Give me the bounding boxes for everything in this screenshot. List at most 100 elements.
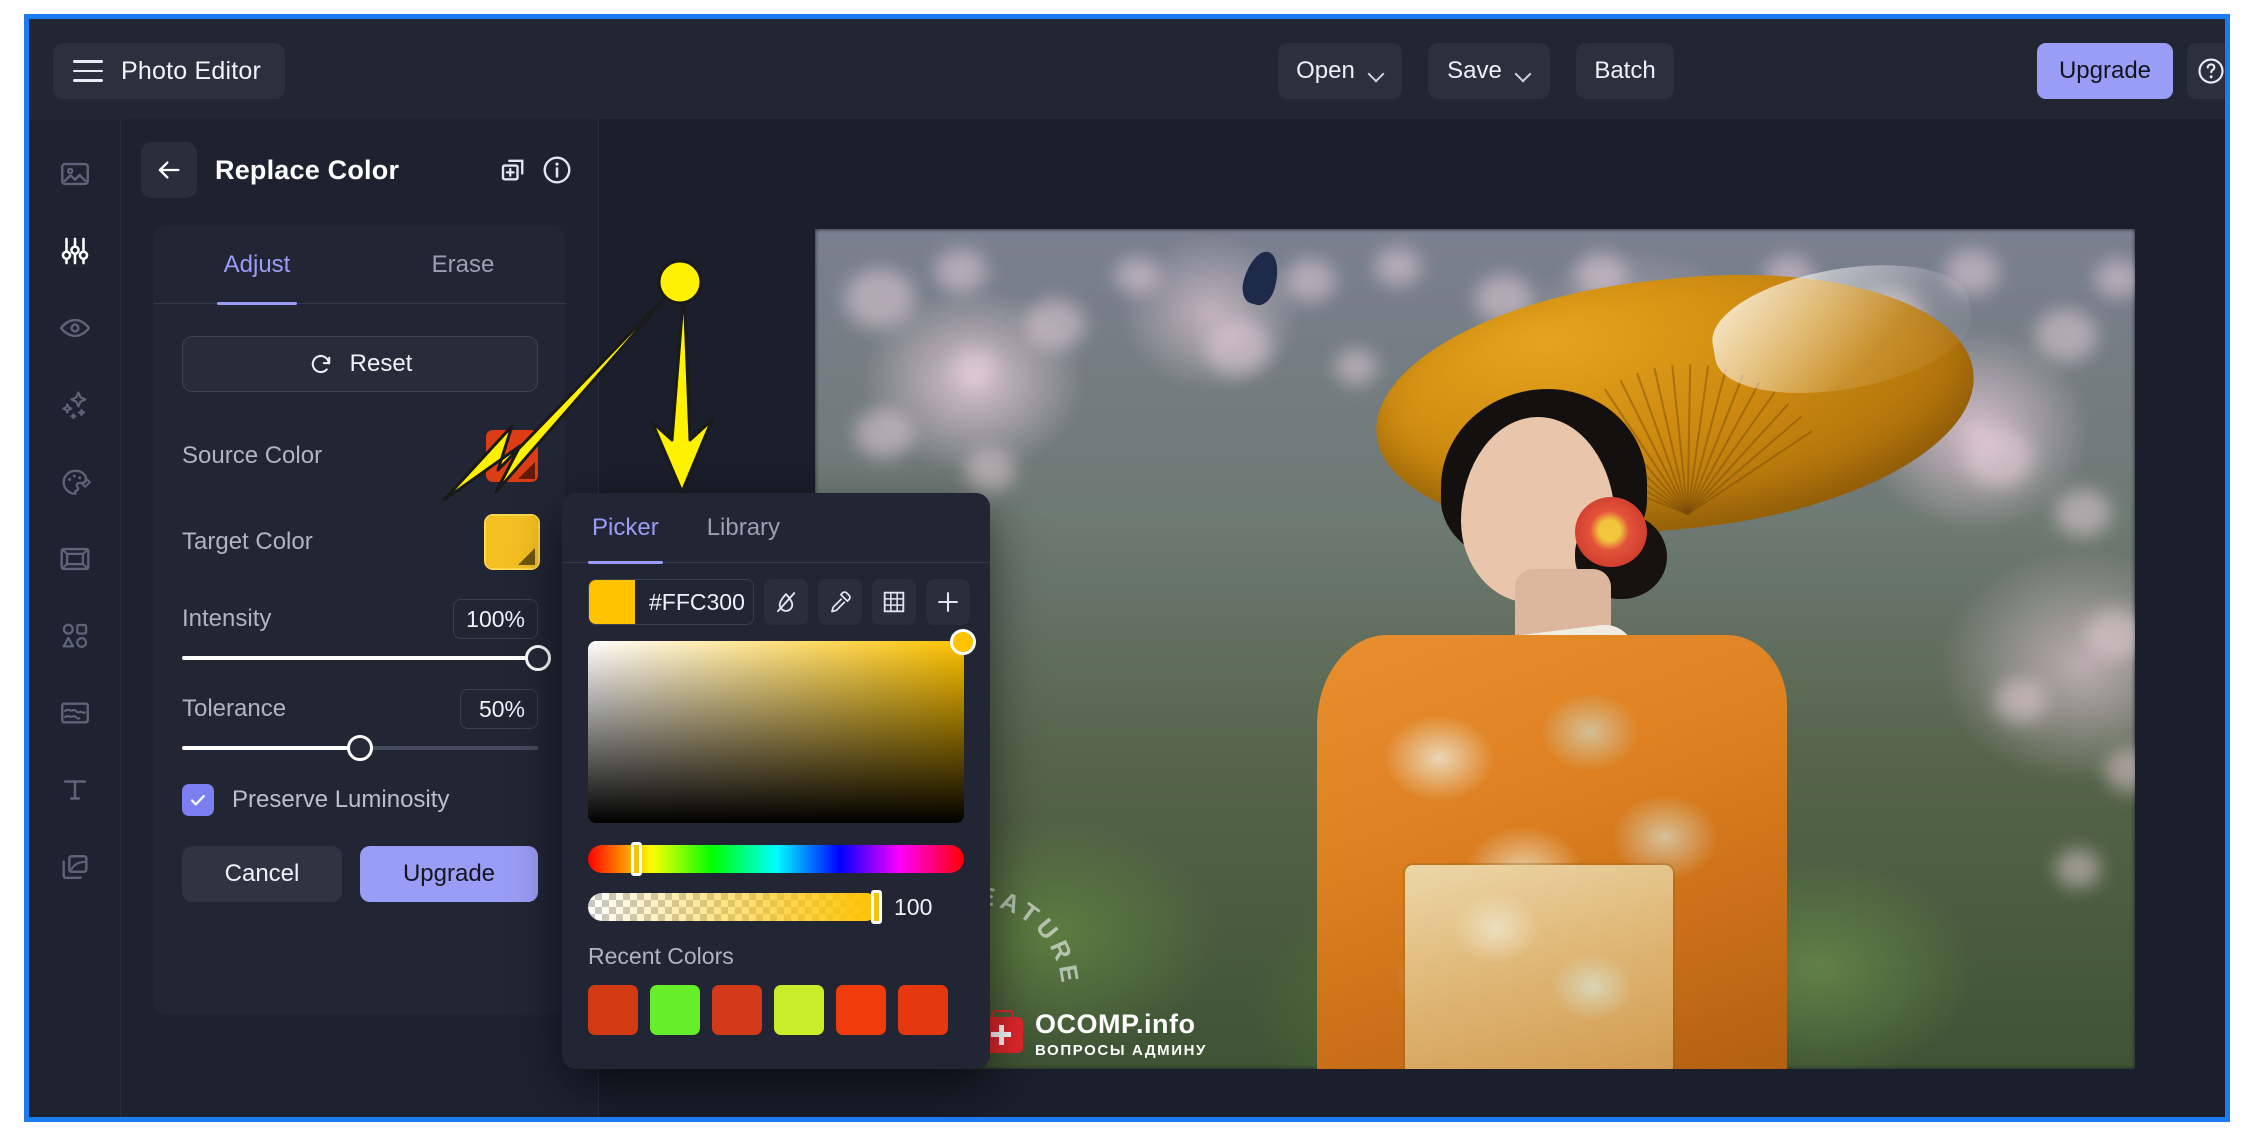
top-toolbar: Photo Editor Open Save Batch Upgrade [29, 19, 2225, 119]
source-color-swatch[interactable] [486, 430, 538, 482]
sidebar-item-retouch[interactable] [29, 289, 121, 366]
info-circle-icon [543, 156, 571, 184]
checkmark-icon [190, 794, 205, 806]
no-color-button[interactable] [764, 579, 808, 625]
recent-color-swatch-6[interactable] [898, 985, 948, 1035]
panel-tabs: Adjust Erase [154, 226, 566, 304]
back-button[interactable] [141, 142, 197, 198]
tab-adjust[interactable]: Adjust [154, 226, 360, 304]
sidebar-item-layers[interactable] [29, 828, 121, 905]
tolerance-slider-fill [182, 746, 360, 750]
recent-color-swatch-2[interactable] [650, 985, 700, 1035]
image-icon [61, 162, 89, 185]
photo-image[interactable]: PLUS FEATURE OCOMP.info ВОПРОСЫ АДМИНУ [815, 229, 2135, 1069]
target-color-label: Target Color [182, 528, 313, 555]
tab-erase[interactable]: Erase [360, 226, 566, 304]
source-color-label: Source Color [182, 442, 323, 469]
current-color-swatch [589, 580, 635, 624]
save-label: Save [1447, 57, 1502, 84]
tool-rail [29, 119, 121, 1117]
intensity-value[interactable]: 100% [453, 599, 538, 639]
intensity-header: Intensity 100% [182, 598, 538, 640]
preserve-luminosity-row[interactable]: Preserve Luminosity [182, 780, 538, 820]
blossom-spot [1965, 429, 2033, 487]
layers-icon [62, 854, 88, 879]
tolerance-slider-handle[interactable] [347, 735, 373, 761]
recent-color-swatch-1[interactable] [588, 985, 638, 1035]
recent-color-swatch-5[interactable] [836, 985, 886, 1035]
blossom-spot [955, 349, 995, 383]
upgrade-button-panel[interactable]: Upgrade [360, 846, 538, 902]
intensity-slider[interactable] [182, 645, 551, 671]
properties-panel: Replace Color Adjust Erase Reset Source … [121, 119, 599, 1117]
recent-color-swatch-4[interactable] [774, 985, 824, 1035]
open-button[interactable]: Open [1278, 43, 1402, 99]
chevron-down-icon [1516, 68, 1531, 77]
info-button[interactable] [535, 148, 579, 192]
blossom-spot [2095, 259, 2135, 299]
sidebar-item-image[interactable] [29, 135, 121, 212]
sidebar-item-frame[interactable] [29, 520, 121, 597]
recent-color-swatch-3[interactable] [712, 985, 762, 1035]
saturation-value-area[interactable] [588, 629, 976, 823]
blossom-spot [2085, 609, 2135, 660]
intensity-slider-handle[interactable] [525, 645, 551, 671]
sidebar-item-shapes[interactable] [29, 597, 121, 674]
tolerance-header: Tolerance 50% [182, 688, 538, 730]
panel-card: Adjust Erase Reset Source Color Target C… [153, 225, 566, 1015]
chevron-down-icon [1369, 68, 1384, 77]
plus-icon [938, 592, 958, 612]
hex-value: #FFC300 [649, 588, 745, 615]
hue-slider-handle[interactable] [631, 842, 643, 876]
open-label: Open [1296, 57, 1355, 84]
sidebar-item-paint[interactable] [29, 443, 121, 520]
hex-row: #FFC300 [588, 579, 970, 625]
sidebar-item-texture[interactable] [29, 674, 121, 751]
shapes-icon [62, 623, 88, 648]
blossom-spot [1205, 319, 1271, 376]
tab-library[interactable]: Library [703, 493, 784, 563]
sparkles-icon [62, 390, 87, 419]
eyedropper-button[interactable] [818, 579, 862, 625]
sidebar-item-adjustments[interactable] [29, 212, 121, 289]
reset-button[interactable]: Reset [182, 336, 538, 392]
color-picker-popup[interactable]: Picker Library #FFC300 100 Recent Colors [562, 493, 990, 1069]
hamburger-icon[interactable] [73, 60, 103, 82]
cancel-button[interactable]: Cancel [182, 846, 342, 902]
app-brand[interactable]: Photo Editor [53, 43, 285, 99]
page-title: Replace Color [215, 154, 400, 185]
blossom-spot [935, 249, 987, 294]
hex-input-field[interactable]: #FFC300 [588, 579, 754, 625]
batch-button[interactable]: Batch [1576, 43, 1674, 99]
tolerance-value[interactable]: 50% [460, 689, 538, 729]
eye-icon [59, 318, 91, 337]
alpha-slider[interactable] [588, 890, 882, 924]
add-color-button[interactable] [926, 579, 970, 625]
intensity-label: Intensity [182, 605, 272, 632]
recent-colors-label: Recent Colors [588, 943, 734, 969]
saturation-value-handle[interactable] [950, 629, 976, 655]
sidebar-item-effects[interactable] [29, 366, 121, 443]
blossom-spot [1335, 349, 1377, 385]
blossom-spot [1025, 299, 1085, 350]
duplicate-layer-button[interactable] [491, 148, 535, 192]
panel-header: Replace Color [121, 135, 599, 205]
sidebar-item-text[interactable] [29, 751, 121, 828]
palette-grid-button[interactable] [872, 579, 916, 625]
blossom-spot [1285, 259, 1335, 302]
panel-actions: Cancel Upgrade [182, 846, 538, 902]
alpha-value: 100 [894, 893, 933, 920]
alpha-slider-handle[interactable] [871, 890, 882, 924]
hue-slider[interactable] [588, 842, 964, 876]
save-button[interactable]: Save [1428, 43, 1550, 99]
texture-icon [61, 701, 89, 724]
hair-flower-shape [1575, 497, 1647, 567]
source-color-row: Source Color [182, 428, 538, 484]
preserve-luminosity-checkbox[interactable] [182, 784, 214, 816]
question-mark-circle-icon [2198, 58, 2224, 84]
upgrade-button-top[interactable]: Upgrade [2037, 43, 2173, 99]
tab-picker[interactable]: Picker [588, 493, 663, 564]
target-color-swatch[interactable] [484, 514, 540, 570]
tolerance-slider[interactable] [182, 735, 538, 761]
help-button[interactable] [2187, 43, 2225, 99]
